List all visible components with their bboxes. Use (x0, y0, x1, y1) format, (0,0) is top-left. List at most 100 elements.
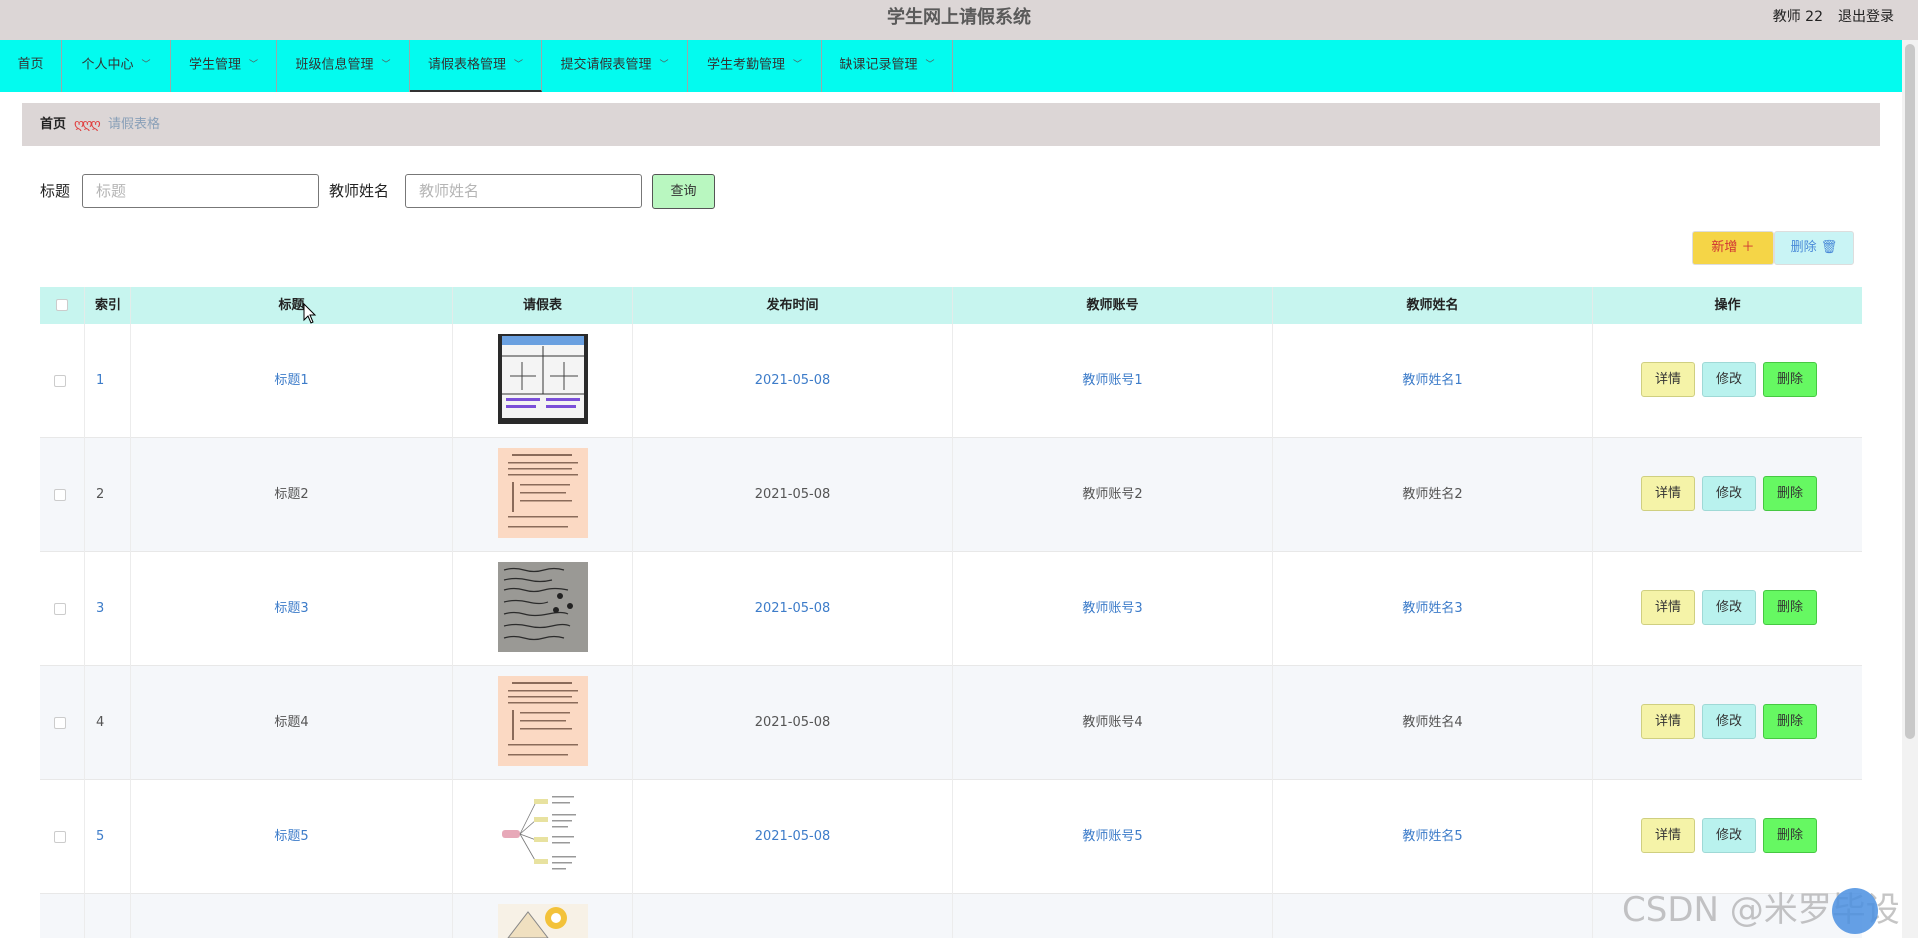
nav-item-student-management[interactable]: 学生管理 ﹀ (171, 40, 277, 92)
delete-button[interactable]: 删除 (1763, 476, 1817, 511)
row-checkbox[interactable] (54, 603, 66, 615)
column-header-teacher-name[interactable]: 教师姓名 (1273, 287, 1593, 324)
row-select-cell (40, 666, 85, 780)
nav-item-personal-center[interactable]: 个人中心 ﹀ (62, 40, 171, 92)
nav-item-class-management[interactable]: 班级信息管理 ﹀ (277, 40, 410, 92)
nav-item-label: 请假表格管理 (427, 57, 506, 73)
batch-delete-button[interactable]: 删除 🗑 (1774, 231, 1854, 265)
detail-button[interactable]: 详情 (1641, 476, 1695, 511)
breadcrumb: 首页 ღღღ 请假表格 (22, 103, 1880, 146)
search-bar: 标题 教师姓名 查询 (22, 172, 822, 210)
nav-item-absence-records[interactable]: 缺课记录管理 ﹀ (822, 40, 953, 92)
column-header-teacher-account[interactable]: 教师账号 (953, 287, 1273, 324)
row-teacher-name: 教师姓名4 (1273, 666, 1593, 780)
row-teacher-name: 教师姓名1 (1273, 324, 1593, 438)
row-checkbox[interactable] (54, 717, 66, 729)
row-index: 2 (85, 438, 131, 552)
row-title[interactable]: 标题3 (131, 552, 453, 666)
row-select-cell (40, 552, 85, 666)
nav-item-label: 缺课记录管理 (839, 57, 918, 73)
row-teacher-account: 教师账号4 (953, 666, 1273, 780)
leave-form-thumbnail[interactable] (498, 448, 588, 538)
row-teacher-account: 教师账号5 (953, 780, 1273, 894)
row-index: 5 (85, 780, 131, 894)
detail-button[interactable]: 详情 (1641, 704, 1695, 739)
leave-form-thumbnail[interactable] (498, 562, 588, 652)
nav-item-label: 个人中心 (81, 57, 134, 73)
row-title[interactable]: 标题4 (131, 666, 453, 780)
table-row: 3 标题3 2021-05-08 教师账号3 教师姓名3 详情 修改 删除 (40, 552, 1862, 666)
row-select-cell (40, 324, 85, 438)
column-header-title[interactable]: 标题 (131, 287, 453, 324)
floating-assistant-icon[interactable] (1832, 888, 1878, 934)
nav-item-submitted-leave-management[interactable]: 提交请假表管理 ﹀ (542, 40, 688, 92)
nav-item-leave-form-management[interactable]: 请假表格管理 ﹀ (410, 40, 542, 92)
leave-form-thumbnail[interactable] (498, 676, 588, 766)
row-title-cell (131, 894, 453, 938)
chevron-down-icon: ﹀ (793, 60, 803, 70)
nav-item-label: 学生考勤管理 (706, 57, 785, 73)
delete-button[interactable]: 删除 (1763, 704, 1817, 739)
edit-button[interactable]: 修改 (1702, 362, 1756, 397)
chevron-down-icon: ﹀ (381, 60, 391, 70)
main-nav: 首页 个人中心 ﹀ 学生管理 ﹀ 班级信息管理 ﹀ 请假表格管理 ﹀ 提交请假表管理 ﹀ … (0, 40, 1902, 92)
title-search-input[interactable] (82, 174, 319, 208)
breadcrumb-separator: ღღღ (74, 117, 101, 132)
edit-button[interactable]: 修改 (1702, 476, 1756, 511)
row-select-cell (40, 894, 85, 938)
current-user: 教师 22 (1772, 9, 1823, 25)
detail-button[interactable]: 详情 (1641, 818, 1695, 853)
row-teacher-account-cell (953, 894, 1273, 938)
row-checkbox[interactable] (54, 831, 66, 843)
row-title[interactable]: 标题2 (131, 438, 453, 552)
leave-form-thumbnail[interactable] (498, 334, 588, 424)
row-publish-time: 2021-05-08 (633, 438, 953, 552)
edit-button[interactable]: 修改 (1702, 818, 1756, 853)
delete-button[interactable]: 删除 (1763, 590, 1817, 625)
teacher-search-input[interactable] (405, 174, 642, 208)
top-bar: 学生网上请假系统 教师 22 退出登录 (0, 0, 1918, 40)
breadcrumb-current: 请假表格 (108, 117, 161, 132)
delete-button[interactable]: 删除 (1763, 818, 1817, 853)
edit-button[interactable]: 修改 (1702, 704, 1756, 739)
select-all-checkbox[interactable] (56, 299, 68, 311)
select-all-cell (40, 287, 85, 324)
row-teacher-name: 教师姓名3 (1273, 552, 1593, 666)
row-select-cell (40, 780, 85, 894)
add-button[interactable]: 新增 ＋ (1692, 231, 1774, 265)
leave-form-thumbnail[interactable] (498, 790, 588, 880)
chevron-down-icon: ﹀ (659, 60, 669, 70)
column-header-index: 索引 (85, 287, 131, 324)
row-teacher-account: 教师账号1 (953, 324, 1273, 438)
page-scrollbar-thumb[interactable] (1905, 44, 1915, 739)
row-index: 3 (85, 552, 131, 666)
column-header-actions: 操作 (1714, 298, 1741, 313)
row-teacher-account: 教师账号2 (953, 438, 1273, 552)
column-header-publish-time[interactable]: 发布时间 (633, 287, 953, 324)
row-title[interactable]: 标题1 (131, 324, 453, 438)
query-button[interactable]: 查询 (652, 174, 715, 209)
row-select-cell (40, 438, 85, 552)
row-checkbox[interactable] (54, 489, 66, 501)
edit-button[interactable]: 修改 (1702, 590, 1756, 625)
leave-form-thumbnail[interactable] (498, 904, 588, 938)
chevron-down-icon: ﹀ (249, 60, 259, 70)
detail-button[interactable]: 详情 (1641, 362, 1695, 397)
logout-button[interactable]: 退出登录 (1838, 0, 1894, 34)
row-teacher-name-cell (1273, 894, 1593, 938)
detail-button[interactable]: 详情 (1641, 590, 1695, 625)
row-checkbox[interactable] (54, 375, 66, 387)
delete-button[interactable]: 删除 (1763, 362, 1817, 397)
table-row: 1 标题1 2021-05-08 教师账号1 教师姓名1 详情 修改 删除 (40, 324, 1862, 438)
row-index: 1 (85, 324, 131, 438)
row-publish-time: 2021-05-08 (633, 666, 953, 780)
teacher-search-label: 教师姓名 (329, 182, 390, 200)
table-row: 4 标题4 2021-05-08 教师账号4 教师姓名4 详情 修改 删除 (40, 666, 1862, 780)
row-publish-time: 2021-05-08 (633, 552, 953, 666)
nav-item-attendance-management[interactable]: 学生考勤管理 ﹀ (688, 40, 822, 92)
row-teacher-name: 教师姓名2 (1273, 438, 1593, 552)
nav-item-home[interactable]: 首页 (0, 40, 62, 92)
nav-item-label: 提交请假表管理 (560, 57, 652, 73)
row-title[interactable]: 标题5 (131, 780, 453, 894)
breadcrumb-home[interactable]: 首页 (40, 103, 66, 146)
